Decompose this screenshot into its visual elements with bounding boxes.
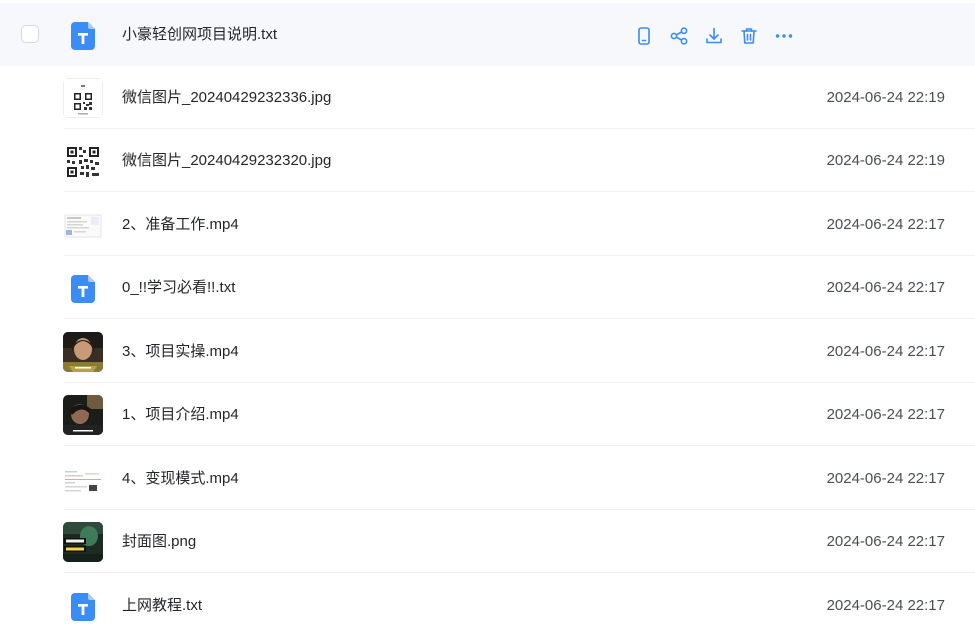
row-actions bbox=[633, 24, 808, 48]
file-name[interactable]: 4、变现模式.mp4 bbox=[122, 469, 239, 489]
txt-file-icon bbox=[71, 22, 95, 50]
row-divider bbox=[64, 318, 975, 319]
row-divider bbox=[64, 191, 975, 192]
file-date: 2024-06-24 22:17 bbox=[826, 343, 945, 360]
document-video-thumbnail bbox=[63, 205, 103, 245]
cover-image-thumbnail bbox=[63, 522, 103, 562]
file-row[interactable]: 微信图片_20240429232336.jpg 2024-06-24 22:19 bbox=[0, 66, 975, 129]
portrait-video-thumbnail bbox=[63, 395, 103, 435]
file-row[interactable]: 封面图.png 2024-06-24 22:17 bbox=[0, 510, 975, 573]
file-row[interactable]: 2、准备工作.mp4 2024-06-24 22:17 bbox=[0, 193, 975, 256]
file-date: 2024-06-24 22:17 bbox=[826, 533, 945, 550]
file-date: 2024-06-24 22:17 bbox=[826, 470, 945, 487]
file-date: 2024-06-24 22:17 bbox=[826, 216, 945, 233]
file-name[interactable]: 小豪轻创网项目说明.txt bbox=[122, 25, 277, 45]
file-name[interactable]: 上网教程.txt bbox=[122, 596, 202, 616]
file-row[interactable]: 微信图片_20240429232320.jpg 2024-06-24 22:19 bbox=[0, 129, 975, 192]
more-icon[interactable] bbox=[773, 25, 795, 47]
delete-icon[interactable] bbox=[738, 25, 760, 47]
file-row[interactable]: 上网教程.txt 2024-06-24 22:17 bbox=[0, 574, 975, 630]
file-row[interactable]: 4、变现模式.mp4 2024-06-24 22:17 bbox=[0, 447, 975, 510]
file-date: 2024-06-24 22:17 bbox=[826, 279, 945, 296]
file-name[interactable]: 封面图.png bbox=[122, 532, 196, 552]
file-row[interactable]: 0_!!学习必看!!.txt 2024-06-24 22:17 bbox=[0, 256, 975, 319]
file-row-selected[interactable]: 小豪轻创网项目说明.txt bbox=[0, 3, 975, 66]
file-name[interactable]: 3、项目实操.mp4 bbox=[122, 342, 239, 362]
file-date: 2024-06-24 22:19 bbox=[826, 89, 945, 106]
file-list: 小豪轻创网项目说明.txt 微信图片_20240429232336.jpg 20… bbox=[0, 0, 975, 630]
file-date: 2024-06-24 22:17 bbox=[826, 597, 945, 614]
document-video-thumbnail bbox=[63, 459, 103, 499]
row-divider bbox=[64, 572, 975, 573]
share-icon[interactable] bbox=[668, 25, 690, 47]
file-name[interactable]: 2、准备工作.mp4 bbox=[122, 215, 239, 235]
txt-file-icon bbox=[71, 275, 95, 303]
mobile-icon[interactable] bbox=[633, 25, 655, 47]
file-date: 2024-06-24 22:19 bbox=[826, 152, 945, 169]
row-divider bbox=[64, 445, 975, 446]
file-row[interactable]: 1、项目介绍.mp4 2024-06-24 22:17 bbox=[0, 383, 975, 446]
file-row[interactable]: 3、项目实操.mp4 2024-06-24 22:17 bbox=[0, 320, 975, 383]
download-icon[interactable] bbox=[703, 25, 725, 47]
qr-image-thumbnail bbox=[63, 78, 103, 118]
qr-image-thumbnail bbox=[63, 141, 103, 181]
portrait-video-thumbnail bbox=[63, 332, 103, 372]
row-checkbox[interactable] bbox=[21, 25, 39, 43]
file-name[interactable]: 1、项目介绍.mp4 bbox=[122, 405, 239, 425]
file-name[interactable]: 0_!!学习必看!!.txt bbox=[122, 278, 235, 298]
txt-file-icon bbox=[71, 593, 95, 621]
file-name[interactable]: 微信图片_20240429232320.jpg bbox=[122, 151, 331, 171]
file-date: 2024-06-24 22:17 bbox=[826, 406, 945, 423]
file-name[interactable]: 微信图片_20240429232336.jpg bbox=[122, 88, 331, 108]
